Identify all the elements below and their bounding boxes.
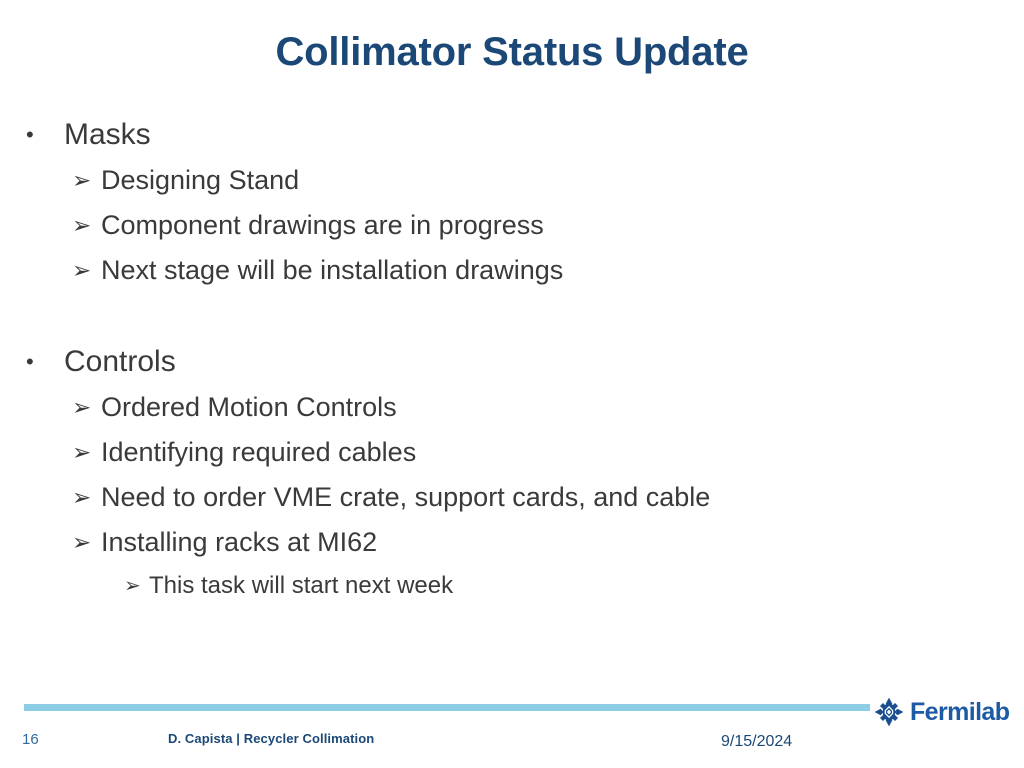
footer-divider bbox=[24, 704, 870, 711]
page-number: 16 bbox=[22, 731, 39, 748]
footer-date: 9/15/2024 bbox=[721, 733, 793, 750]
bullet-dot-icon: • bbox=[26, 349, 34, 374]
arrowhead-icon: ➢ bbox=[72, 167, 92, 193]
bullet-text: Masks bbox=[64, 118, 151, 151]
bullet-level2: ➢ Need to order VME crate, support cards… bbox=[0, 475, 1024, 520]
slide: Collimator Status Update • Masks ➢ Desig… bbox=[0, 0, 1024, 768]
bullet-level1: • Controls bbox=[0, 339, 1024, 385]
page-title: Collimator Status Update bbox=[275, 30, 749, 74]
bullet-text: Installing racks at MI62 bbox=[101, 527, 378, 557]
bullet-level2: ➢ Designing Stand bbox=[0, 158, 1024, 203]
bullet-level2: ➢ Component drawings are in progress bbox=[0, 203, 1024, 248]
bullet-level2: ➢ Identifying required cables bbox=[0, 430, 1024, 475]
bullet-text: Ordered Motion Controls bbox=[101, 392, 397, 422]
bullet-dot-icon: • bbox=[26, 122, 34, 147]
fermilab-logo: Fermilab bbox=[874, 697, 1010, 727]
arrowhead-icon: ➢ bbox=[72, 529, 92, 555]
bullet-text: Identifying required cables bbox=[101, 437, 417, 467]
bullet-level2: ➢ Next stage will be installation drawin… bbox=[0, 248, 1024, 293]
bullet-text: Controls bbox=[64, 345, 176, 378]
bullet-level1: • Masks bbox=[0, 112, 1024, 158]
bullet-level2: ➢ Installing racks at MI62 bbox=[0, 520, 1024, 565]
arrowhead-icon: ➢ bbox=[72, 439, 92, 465]
bullet-text: Designing Stand bbox=[101, 165, 300, 195]
arrowhead-icon: ➢ bbox=[72, 394, 92, 420]
bullet-text: Next stage will be installation drawings bbox=[101, 255, 564, 285]
fermilab-logo-icon bbox=[874, 697, 904, 727]
bullet-level2: ➢ Ordered Motion Controls bbox=[0, 385, 1024, 430]
bullet-level3: ➢ This task will start next week bbox=[0, 565, 1024, 607]
bullet-section-controls: • Controls ➢ Ordered Motion Controls ➢ I… bbox=[0, 339, 1024, 607]
fermilab-wordmark: Fermilab bbox=[910, 697, 1010, 726]
arrowhead-icon: ➢ bbox=[72, 484, 92, 510]
bullet-text: Component drawings are in progress bbox=[101, 210, 544, 240]
slide-body: • Masks ➢ Designing Stand ➢ Component dr… bbox=[0, 112, 1024, 607]
arrowhead-icon: ➢ bbox=[124, 575, 141, 597]
footer-author: D. Capista | Recycler Collimation bbox=[168, 731, 375, 746]
bullet-section-masks: • Masks ➢ Designing Stand ➢ Component dr… bbox=[0, 112, 1024, 293]
arrowhead-icon: ➢ bbox=[72, 212, 92, 238]
bullet-text: This task will start next week bbox=[149, 572, 454, 599]
bullet-text: Need to order VME crate, support cards, … bbox=[101, 482, 711, 512]
arrowhead-icon: ➢ bbox=[72, 257, 92, 283]
